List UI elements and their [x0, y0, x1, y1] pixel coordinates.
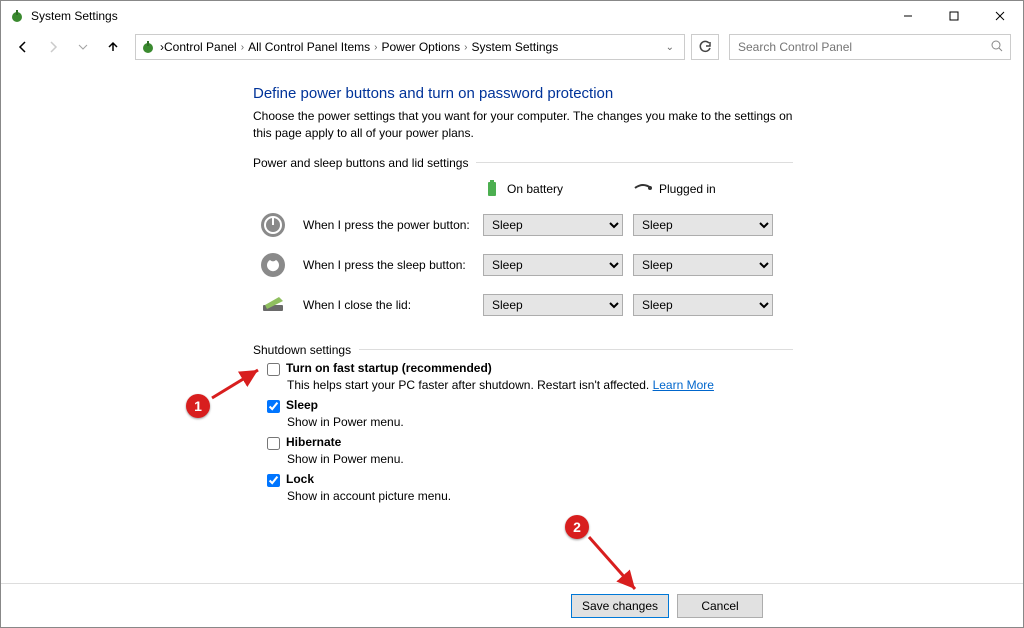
- breadcrumb-segment[interactable]: Power Options›: [381, 40, 471, 54]
- minimize-button[interactable]: [885, 1, 931, 31]
- plug-icon: [633, 182, 653, 197]
- shutdown-section: Shutdown settings Turn on fast startup (…: [253, 343, 793, 503]
- row-sleep-label: When I press the sleep button:: [303, 258, 473, 272]
- search-input[interactable]: [736, 39, 990, 55]
- breadcrumb-segment[interactable]: Control Panel›: [164, 40, 248, 54]
- breadcrumb-segment[interactable]: All Control Panel Items›: [248, 40, 381, 54]
- hibernate-row: Hibernate: [267, 435, 793, 450]
- search-icon: [990, 39, 1004, 56]
- sleep-button-icon: [259, 251, 287, 279]
- sleep-checkbox[interactable]: [267, 400, 280, 413]
- location-icon: [140, 39, 156, 55]
- chevron-right-icon: ›: [464, 42, 467, 53]
- window: System Settings › Control Panel› All Con…: [0, 0, 1024, 628]
- nav-row: › Control Panel› All Control Panel Items…: [1, 31, 1023, 63]
- lock-desc: Show in account picture menu.: [287, 489, 793, 503]
- lock-row: Lock: [267, 472, 793, 487]
- shutdown-heading-label: Shutdown settings: [253, 343, 351, 357]
- sleep-desc: Show in Power menu.: [287, 415, 793, 429]
- power-plugged-select[interactable]: Sleep: [633, 214, 773, 236]
- app-icon: [9, 8, 25, 24]
- hibernate-desc: Show in Power menu.: [287, 452, 793, 466]
- row-lid-label: When I close the lid:: [303, 298, 473, 312]
- lock-label: Lock: [286, 472, 314, 486]
- settings-grid: When I press the power button: Sleep Sle…: [259, 211, 793, 319]
- nav-recent-button[interactable]: [69, 33, 97, 61]
- refresh-button[interactable]: [691, 34, 719, 60]
- fast-startup-desc: This helps start your PC faster after sh…: [287, 378, 793, 392]
- nav-back-button[interactable]: [9, 33, 37, 61]
- annotation-arrow-1: [206, 364, 266, 404]
- lid-battery-select[interactable]: Sleep: [483, 294, 623, 316]
- sleep-plugged-select[interactable]: Sleep: [633, 254, 773, 276]
- breadcrumb[interactable]: › Control Panel› All Control Panel Items…: [135, 34, 685, 60]
- fast-startup-label: Turn on fast startup (recommended): [286, 361, 492, 375]
- breadcrumb-segment[interactable]: System Settings: [472, 40, 559, 54]
- close-button[interactable]: [977, 1, 1023, 31]
- lid-plugged-select[interactable]: Sleep: [633, 294, 773, 316]
- content: Define power buttons and turn on passwor…: [253, 85, 793, 509]
- fast-startup-row: Turn on fast startup (recommended): [267, 361, 793, 376]
- window-title: System Settings: [31, 9, 118, 23]
- search-box[interactable]: [729, 34, 1011, 60]
- sleep-battery-select[interactable]: Sleep: [483, 254, 623, 276]
- annotation-badge-1: 1: [186, 394, 210, 418]
- page-subtext: Choose the power settings that you want …: [253, 108, 793, 142]
- nav-up-button[interactable]: [99, 33, 127, 61]
- column-battery-label: On battery: [507, 182, 563, 196]
- chevron-right-icon: ›: [374, 42, 377, 53]
- group-heading: Power and sleep buttons and lid settings: [253, 156, 793, 170]
- learn-more-link[interactable]: Learn More: [653, 378, 714, 392]
- annotation-badge-2: 2: [565, 515, 589, 539]
- hibernate-label: Hibernate: [286, 435, 341, 449]
- lid-icon: [259, 291, 287, 319]
- lock-checkbox[interactable]: [267, 474, 280, 487]
- sleep-row: Sleep: [267, 398, 793, 413]
- fast-startup-checkbox[interactable]: [267, 363, 280, 376]
- annotation-arrow-2: [583, 531, 653, 601]
- group-heading-label: Power and sleep buttons and lid settings: [253, 156, 468, 170]
- battery-icon: [483, 178, 501, 201]
- power-button-icon: [259, 211, 287, 239]
- page-heading: Define power buttons and turn on passwor…: [253, 85, 793, 102]
- titlebar: System Settings: [1, 1, 1023, 31]
- nav-forward-button[interactable]: [39, 33, 67, 61]
- sleep-label: Sleep: [286, 398, 318, 412]
- power-battery-select[interactable]: Sleep: [483, 214, 623, 236]
- column-plugged-label: Plugged in: [659, 182, 716, 196]
- column-headers: On battery Plugged in: [259, 178, 793, 201]
- breadcrumb-dropdown[interactable]: ⌄: [660, 42, 680, 53]
- cancel-button[interactable]: Cancel: [677, 594, 763, 618]
- maximize-button[interactable]: [931, 1, 977, 31]
- chevron-right-icon: ›: [241, 42, 244, 53]
- footer: Save changes Cancel: [1, 583, 1023, 627]
- hibernate-checkbox[interactable]: [267, 437, 280, 450]
- row-power-label: When I press the power button:: [303, 218, 473, 232]
- shutdown-heading: Shutdown settings: [253, 343, 793, 357]
